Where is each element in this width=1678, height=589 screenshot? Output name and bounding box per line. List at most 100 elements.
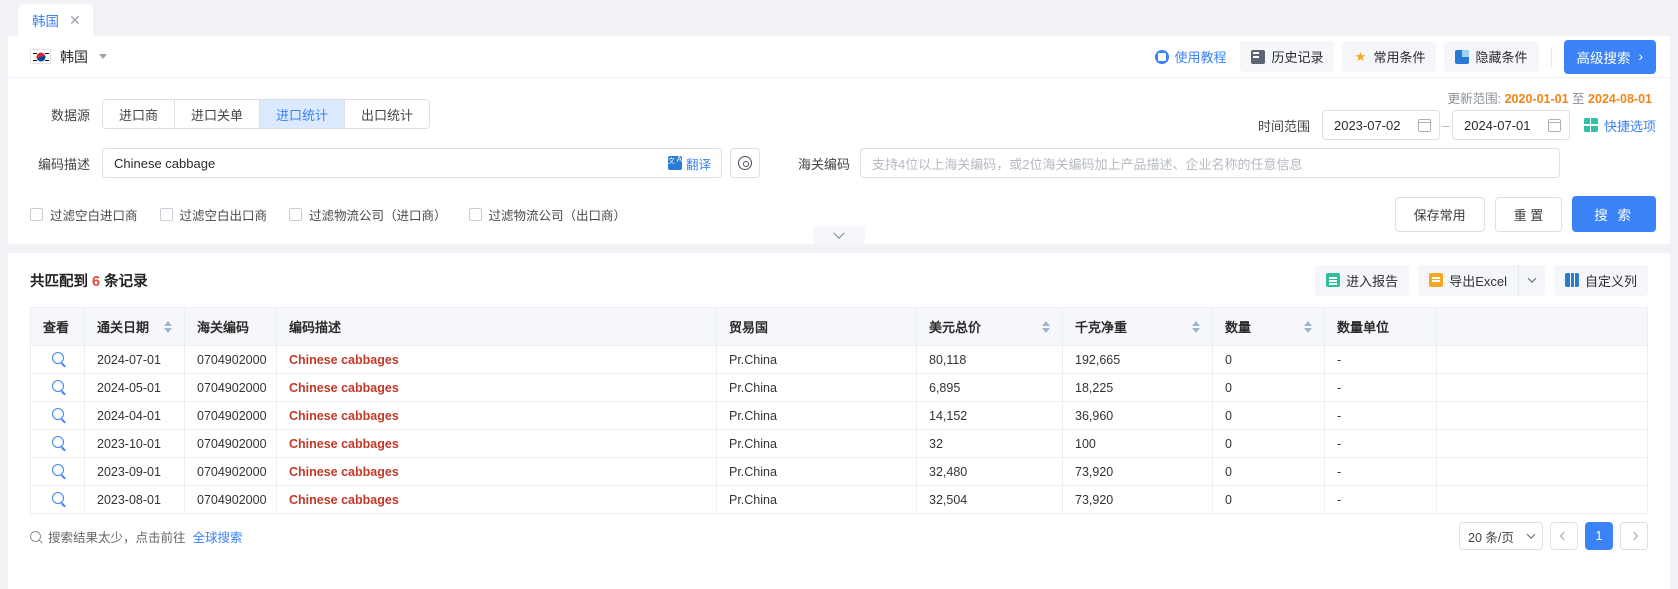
- advanced-search-button[interactable]: 高级搜索 ›: [1563, 39, 1656, 74]
- row-usd-cell: 32,504: [916, 485, 1063, 514]
- column-header-hscode: 海关编码: [184, 307, 277, 346]
- datasource-option-import-stats[interactable]: 进口统计: [260, 100, 346, 128]
- table-row[interactable]: 2023-10-01 0704902000 Chinese cabbages Pr.C…: [30, 429, 1648, 458]
- sort-icon[interactable]: [1042, 320, 1050, 333]
- custom-columns-button[interactable]: 自定义列: [1553, 264, 1648, 296]
- search-icon[interactable]: [51, 464, 64, 476]
- search-icon[interactable]: [51, 352, 64, 364]
- exact-match-button[interactable]: [730, 148, 760, 178]
- row-weight-cell: 73,920: [1062, 457, 1213, 486]
- search-icon[interactable]: [51, 492, 64, 504]
- hs-input[interactable]: 支持4位以上海关编码，或2位海关编码加上产品描述、企业名称的任意信息: [860, 148, 1561, 178]
- tab-korea[interactable]: 韩国 ✕: [18, 4, 93, 36]
- update-range: 更新范围: 2020-01-01 至 2024-08-01: [1448, 88, 1656, 107]
- table-row[interactable]: 2023-09-01 0704902000 Chinese cabbages Pr.C…: [30, 457, 1648, 486]
- korea-flag-icon: [30, 49, 51, 64]
- table-header: 查看 通关日期 海关编码 编码描述 贸易国 美元总价 千克净重 数量 数量单位: [30, 307, 1648, 346]
- checkbox-icon: [289, 207, 303, 221]
- row-spacer-cell: [1436, 485, 1648, 514]
- checkbox-label: 过滤物流公司（出口商）: [488, 208, 627, 223]
- enter-report-label: 进入报告: [1346, 273, 1399, 289]
- desc-label: 编码描述: [37, 156, 90, 172]
- hs-placeholder: 支持4位以上海关编码，或2位海关编码加上产品描述、企业名称的任意信息: [872, 156, 1303, 172]
- row-hscode-cell: 0704902000: [184, 457, 277, 486]
- column-header-date[interactable]: 通关日期: [84, 307, 185, 346]
- row-description-cell: Chinese cabbages: [276, 401, 717, 430]
- row-view-cell[interactable]: [30, 485, 85, 514]
- table-row[interactable]: 2024-04-01 0704902000 Chinese cabbages Pr.C…: [30, 401, 1648, 430]
- collapse-panel-button[interactable]: [813, 226, 865, 245]
- row-quantity-cell: 0: [1212, 485, 1325, 514]
- row-weight-cell: 100: [1062, 429, 1213, 458]
- checkbox-filter-logistics-exporter[interactable]: 过滤物流公司（出口商）: [468, 205, 627, 224]
- favorites-label: 常用条件: [1373, 50, 1426, 65]
- tutorial-button[interactable]: 使用教程: [1149, 43, 1232, 70]
- sort-icon[interactable]: [1192, 320, 1200, 333]
- save-favorite-button[interactable]: 保存常用: [1394, 196, 1485, 232]
- table-row[interactable]: 2023-08-01 0704902000 Chinese cabbages Pr.C…: [30, 485, 1648, 514]
- chevron-down-icon: [99, 54, 107, 59]
- prev-page-button[interactable]: [1550, 522, 1578, 550]
- row-view-cell[interactable]: [30, 401, 85, 430]
- row-view-cell[interactable]: [30, 429, 85, 458]
- desc-input[interactable]: Chinese cabbage 翻译: [102, 148, 722, 178]
- column-header-quantity[interactable]: 数量: [1212, 307, 1325, 346]
- checkbox-filter-blank-importer[interactable]: 过滤空白进口商: [30, 205, 138, 224]
- column-header-usd-total[interactable]: 美元总价: [916, 307, 1063, 346]
- datasource-option-importer[interactable]: 进口商: [103, 100, 176, 128]
- date-start-input[interactable]: 2023-07-02: [1321, 110, 1440, 140]
- sort-icon[interactable]: [1304, 320, 1312, 333]
- translate-button[interactable]: 翻译: [667, 154, 721, 173]
- search-icon[interactable]: [51, 380, 64, 392]
- toolbar-actions: 使用教程 历史记录 ★ 常用条件 隐藏条件 高级搜索 ›: [1149, 39, 1656, 74]
- row-unit-cell: -: [1324, 457, 1437, 486]
- table-row[interactable]: 2024-05-01 0704902000 Chinese cabbages Pr.C…: [30, 373, 1648, 402]
- column-header-net-weight[interactable]: 千克净重: [1062, 307, 1213, 346]
- checkbox-icon: [468, 207, 482, 221]
- checkbox-filter-logistics-importer[interactable]: 过滤物流公司（进口商）: [289, 205, 447, 224]
- row-view-cell[interactable]: [30, 457, 85, 486]
- export-excel-button[interactable]: 导出Excel: [1418, 264, 1518, 296]
- history-button[interactable]: 历史记录: [1240, 41, 1335, 72]
- table-row[interactable]: 2024-07-01 0704902000 Chinese cabbages Pr.C…: [30, 345, 1648, 374]
- hide-conditions-button[interactable]: 隐藏条件: [1444, 41, 1539, 72]
- datasource-segmented: 进口商 进口关单 进口统计 出口统计: [102, 99, 431, 129]
- row-spacer-cell: [1436, 429, 1648, 458]
- chevron-down-icon: [833, 227, 845, 239]
- checkbox-icon: [159, 207, 173, 221]
- row-usd-cell: 32,480: [916, 457, 1063, 486]
- column-label: 海关编码: [197, 320, 250, 335]
- favorites-button[interactable]: ★ 常用条件: [1342, 41, 1437, 72]
- close-icon[interactable]: ✕: [69, 13, 81, 27]
- search-icon[interactable]: [51, 408, 64, 420]
- column-label: 贸易国: [729, 320, 769, 335]
- search-icon[interactable]: [51, 436, 64, 448]
- filter-options-row: 过滤空白进口商 过滤空白出口商 过滤物流公司（进口商） 过滤物流公司（出口商） …: [8, 192, 1670, 245]
- row-unit-cell: -: [1324, 373, 1437, 402]
- row-date-cell: 2024-05-01: [84, 373, 185, 402]
- date-range-picker: 2023-07-02 – 2024-07-01: [1321, 110, 1570, 140]
- date-end-input[interactable]: 2024-07-01: [1451, 110, 1570, 140]
- update-range-start: 2020-01-01: [1504, 92, 1569, 106]
- row-view-cell[interactable]: [30, 373, 85, 402]
- row-view-cell[interactable]: [30, 345, 85, 374]
- datasource-option-export-stats[interactable]: 出口统计: [345, 100, 430, 128]
- search-button[interactable]: 搜 索: [1572, 196, 1656, 232]
- quick-options-button[interactable]: 快捷选项: [1583, 116, 1656, 135]
- enter-report-button[interactable]: 进入报告: [1315, 264, 1410, 296]
- sort-icon[interactable]: [164, 320, 172, 333]
- export-dropdown-button[interactable]: [1517, 264, 1545, 296]
- datasource-option-import-bill[interactable]: 进口关单: [175, 100, 261, 128]
- page-size-select[interactable]: 20 条/页: [1459, 522, 1543, 550]
- row-weight-cell: 192,665: [1062, 345, 1213, 374]
- page-button-1[interactable]: 1: [1585, 522, 1613, 550]
- calendar-icon: [1417, 118, 1431, 132]
- global-search-link[interactable]: 全球搜索: [193, 527, 243, 546]
- next-page-button[interactable]: [1620, 522, 1648, 550]
- reset-button[interactable]: 重 置: [1494, 196, 1563, 232]
- country-selector[interactable]: 韩国: [30, 47, 107, 67]
- checkbox-filter-blank-exporter[interactable]: 过滤空白出口商: [159, 205, 267, 224]
- form-row-keyword: 编码描述 Chinese cabbage 翻译 海关编码 支持4位以上海关编码，…: [30, 144, 1656, 182]
- row-date-cell: 2024-04-01: [84, 401, 185, 430]
- row-country-cell: Pr.China: [716, 457, 917, 486]
